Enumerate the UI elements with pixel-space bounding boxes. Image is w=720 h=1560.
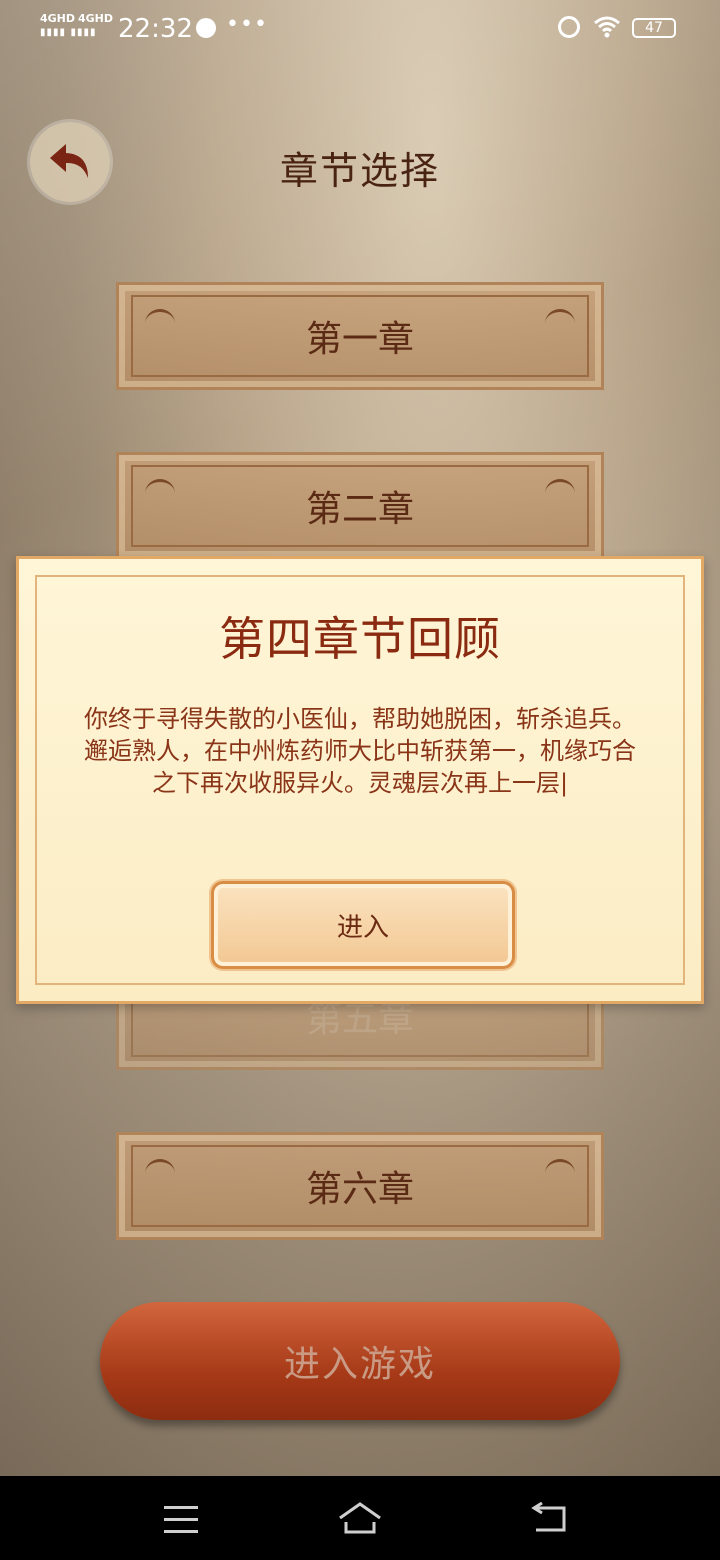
chapter-item-2[interactable]: 第二章 <box>116 452 604 560</box>
chapter-label: 第二章 <box>305 489 414 530</box>
signal-label-1: 4GHD <box>40 12 76 25</box>
back-icon[interactable] <box>530 1502 570 1534</box>
signal-label-2: 4GHD <box>78 12 114 25</box>
clock: 22:32 <box>118 14 193 44</box>
battery-icon: 47 <box>632 18 676 38</box>
status-bar: 4GHD 4GHD ▮▮▮▮ ▮▮▮▮ 22:32 ••• 47 <box>0 0 720 56</box>
alarm-icon <box>558 16 580 38</box>
more-dots-icon: ••• <box>226 12 268 37</box>
enter-game-label: 进入游戏 <box>283 1344 436 1385</box>
chapter-review-dialog: 第四章节回顾 你终于寻得失散的小医仙，帮助她脱困，斩杀追兵。邂逅熟人，在中州炼药… <box>16 556 704 1004</box>
dialog-description: 你终于寻得失散的小医仙，帮助她脱困，斩杀追兵。邂逅熟人，在中州炼药师大比中斩获第… <box>84 705 636 797</box>
page-title: 章节选择 <box>279 149 440 193</box>
chapter-item-6[interactable]: 第六章 <box>116 1132 604 1240</box>
signal-bars-icon: ▮▮▮▮ ▮▮▮▮ <box>40 27 97 38</box>
enter-game-button[interactable]: 进入游戏 <box>100 1302 620 1420</box>
system-nav-bar <box>0 1476 720 1560</box>
menu-icon[interactable] <box>164 1506 198 1533</box>
wifi-icon <box>594 16 620 38</box>
dialog-title: 第四章节回顾 <box>219 612 501 666</box>
chapter-label: 第六章 <box>305 1169 414 1210</box>
chapter-label: 第一章 <box>305 319 414 360</box>
music-icon <box>196 18 216 38</box>
chapter-item-1[interactable]: 第一章 <box>116 282 604 390</box>
enter-button-label: 进入 <box>336 912 389 943</box>
enter-chapter-button[interactable]: 进入 <box>211 881 515 969</box>
home-icon[interactable] <box>336 1500 384 1536</box>
